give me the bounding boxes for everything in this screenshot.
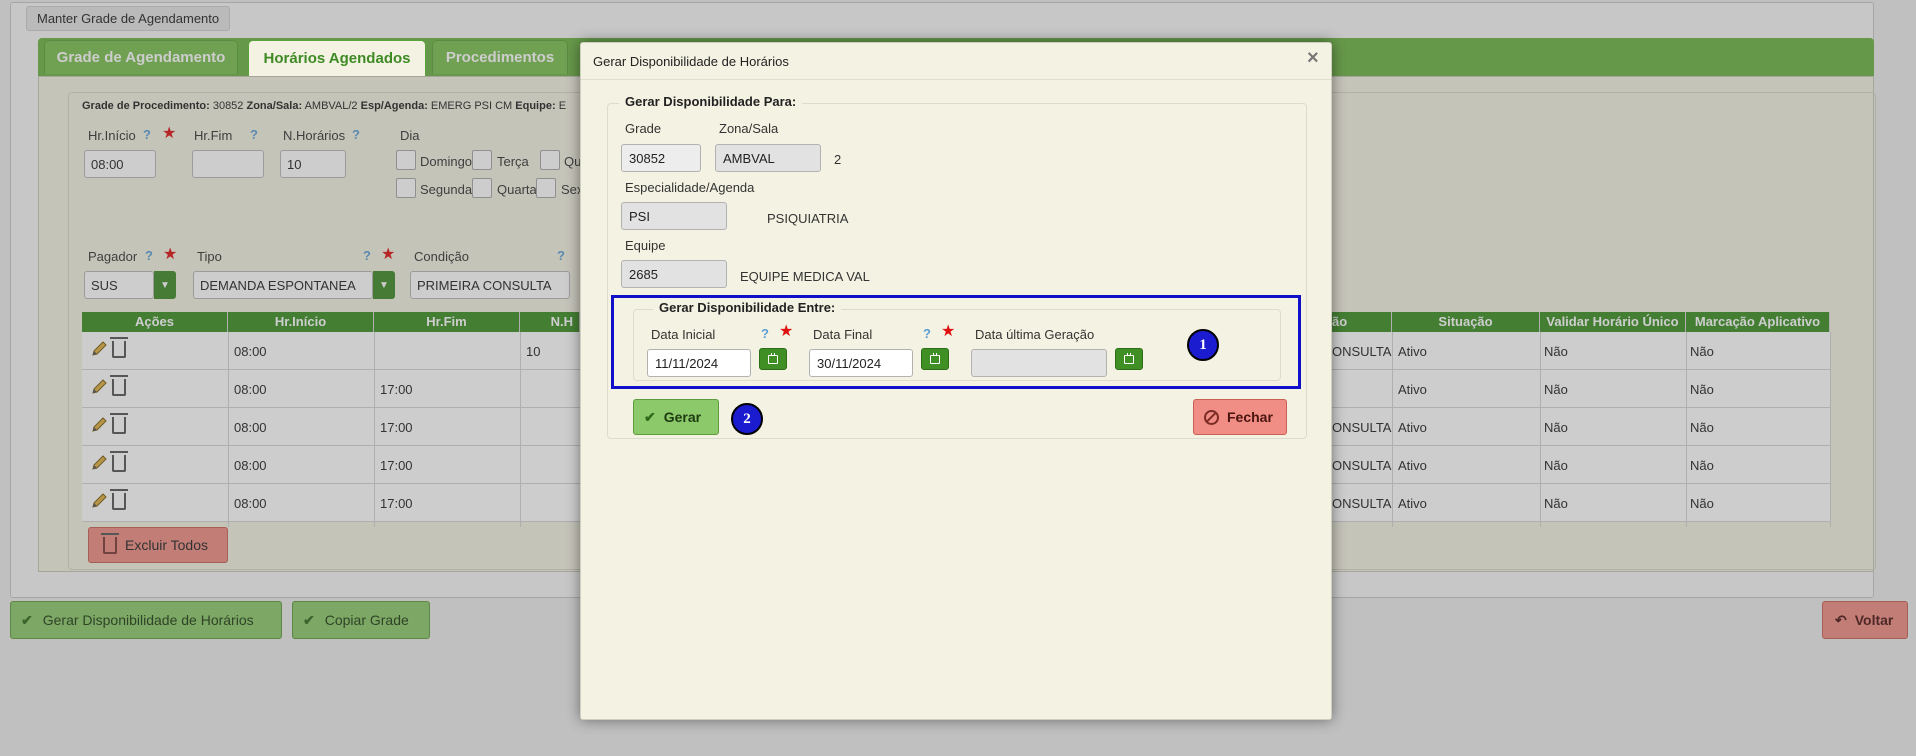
gerar-button[interactable]: ✔ Gerar [633, 399, 719, 435]
fechar-label: Fechar [1227, 409, 1273, 425]
data-inicial-input[interactable]: 11/11/2024 [647, 349, 751, 377]
tab-horarios-agendados[interactable]: Horários Agendados [248, 40, 426, 76]
calendar-icon[interactable] [921, 348, 949, 370]
modal-equipe-input: 2685 [621, 260, 727, 288]
required-star-icon: ★ [779, 323, 794, 340]
dialog-title-divider [581, 79, 1331, 80]
help-icon[interactable]: ? [923, 326, 931, 341]
step-badge-2: 2 [731, 403, 763, 435]
modal-zona-suffix: 2 [834, 152, 842, 167]
check-icon: ✔ [644, 408, 656, 425]
close-icon[interactable]: × [1307, 47, 1319, 70]
fechar-button[interactable]: Fechar [1193, 399, 1287, 435]
fieldset-para-legend: Gerar Disponibilidade Para: [619, 94, 803, 109]
modal-zona-input: AMBVAL [715, 144, 821, 172]
modal-grade-label: Grade [625, 121, 662, 136]
dialog-title: Gerar Disponibilidade de Horários [593, 54, 789, 69]
fieldset-entre-legend: Gerar Disponibilidade Entre: [653, 300, 842, 315]
help-icon[interactable]: ? [761, 326, 769, 341]
modal-especialidade-input: PSI [621, 202, 727, 230]
modal-especialidade-desc: PSIQUIATRIA [767, 211, 849, 226]
modal-grade-input: 30852 [621, 144, 701, 172]
modal-especialidade-label: Especialidade/Agenda [625, 180, 755, 195]
gerar-label: Gerar [663, 409, 702, 425]
data-inicial-label: Data Inicial [651, 327, 716, 342]
calendar-icon[interactable] [1115, 348, 1143, 370]
data-final-input[interactable]: 30/11/2024 [809, 349, 913, 377]
data-ultima-label: Data última Geração [975, 327, 1095, 342]
data-ultima-input [971, 349, 1107, 377]
required-star-icon: ★ [941, 323, 956, 340]
step-badge-1: 1 [1187, 329, 1219, 361]
data-final-label: Data Final [813, 327, 873, 342]
modal-zona-label: Zona/Sala [719, 121, 779, 136]
modal-equipe-desc: EQUIPE MEDICA VAL [740, 269, 870, 284]
modal-equipe-label: Equipe [625, 238, 666, 253]
cancel-icon [1204, 409, 1219, 425]
gerar-disponibilidade-dialog: Gerar Disponibilidade de Horários × Gera… [580, 42, 1332, 720]
calendar-icon[interactable] [759, 348, 787, 370]
